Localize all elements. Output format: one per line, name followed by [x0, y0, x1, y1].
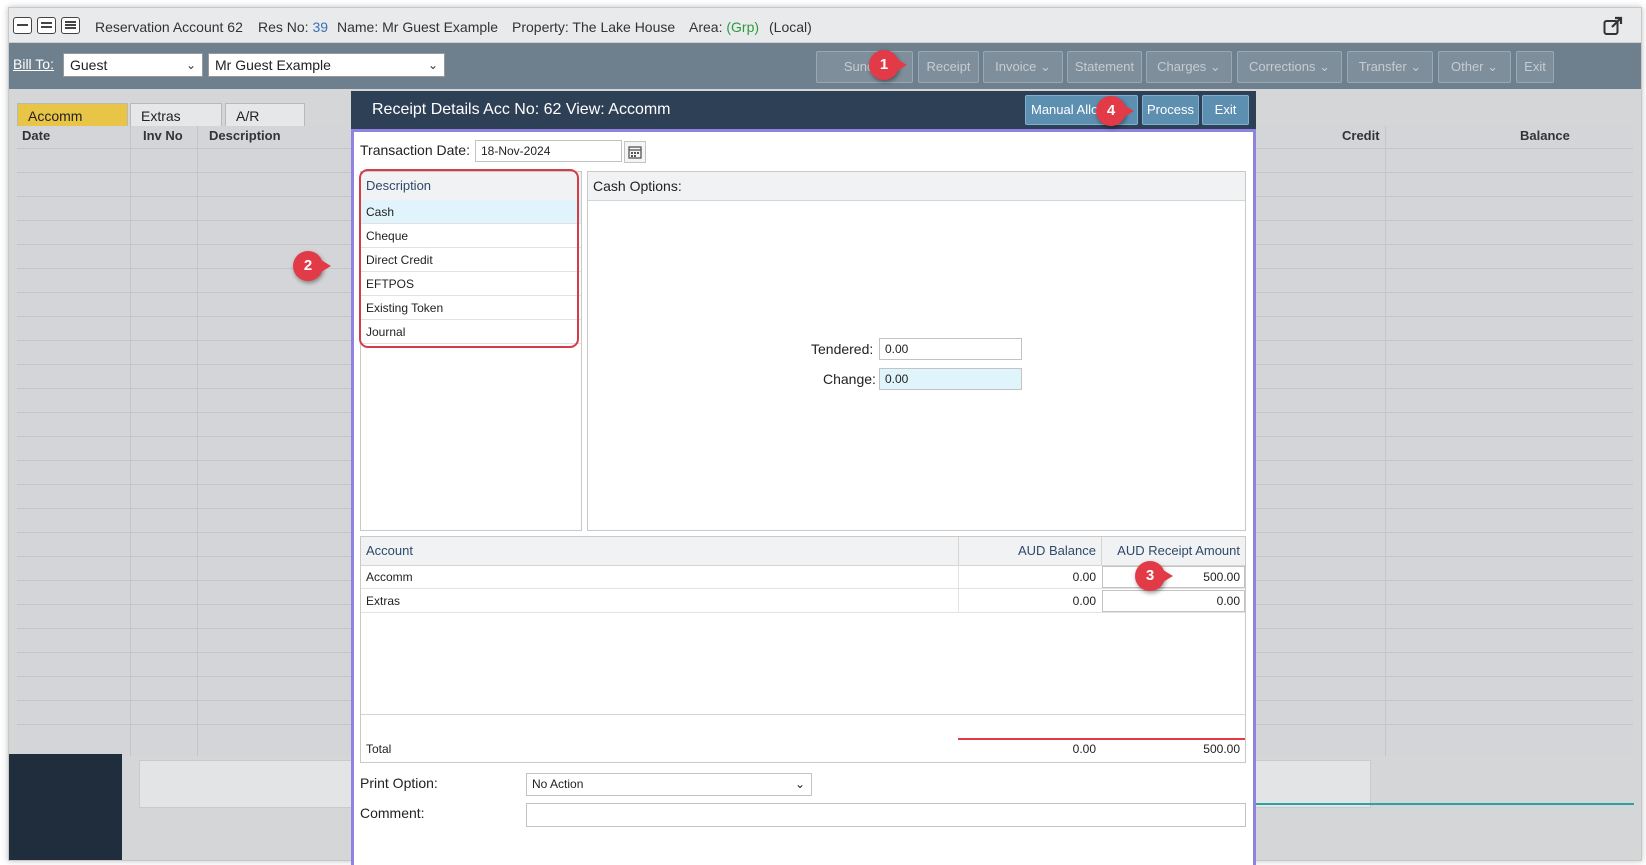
- expand-view-icon[interactable]: [61, 17, 80, 34]
- receipt-amount-input[interactable]: 500.00: [1102, 566, 1245, 588]
- print-option-label: Print Option:: [360, 775, 438, 791]
- column-header-balance: Balance: [1520, 128, 1570, 143]
- total-underline: [958, 738, 1245, 740]
- account-table-header: Account AUD Balance AUD Receipt Amount: [361, 537, 1245, 566]
- callout-badge-3: 3: [1135, 561, 1173, 591]
- statement-button[interactable]: Statement: [1067, 51, 1142, 83]
- bill-to-type-select[interactable]: Guest ⌄: [63, 53, 203, 77]
- guest-name: Name: Mr Guest Example: [337, 19, 499, 35]
- total-receipt-amount: 500.00: [1203, 742, 1240, 756]
- total-label: Total: [366, 742, 392, 756]
- tab-accomm[interactable]: Accomm $0.00: [17, 103, 128, 148]
- bill-to-name-select[interactable]: Mr Guest Example ⌄: [208, 53, 445, 77]
- change-input: 0.00: [879, 368, 1022, 390]
- tendered-input[interactable]: 0.00: [879, 338, 1022, 360]
- cash-options-header: Cash Options:: [588, 172, 1245, 201]
- area-label: Area: (Grp): [689, 19, 760, 35]
- total-balance: 0.00: [1072, 742, 1096, 756]
- corrections-button[interactable]: Corrections ⌄: [1237, 51, 1342, 83]
- tendered-label: Tendered:: [811, 341, 874, 357]
- toolbar-exit-button[interactable]: Exit: [1516, 51, 1554, 83]
- property-name: Property: The Lake House: [512, 19, 676, 35]
- callout-badge-4: 4: [1096, 96, 1134, 126]
- comment-label: Comment:: [360, 805, 425, 821]
- account-balance: 0.00: [958, 589, 1101, 613]
- account-name: Extras: [366, 594, 401, 608]
- column-header-aud-balance: AUD Balance: [958, 537, 1101, 565]
- other-button[interactable]: Other ⌄: [1438, 51, 1511, 83]
- bill-to-type-value: Guest: [70, 57, 108, 73]
- local-label: (Local): [769, 19, 812, 35]
- account-title: Reservation Account 62: [95, 19, 243, 35]
- change-label: Change:: [823, 371, 876, 387]
- receipt-amount-input[interactable]: 0.00: [1102, 590, 1245, 612]
- transaction-date-input[interactable]: 18-Nov-2024: [475, 140, 622, 162]
- external-link-icon[interactable]: [1603, 16, 1623, 36]
- transaction-date-label: Transaction Date:: [360, 142, 470, 158]
- dialog-body: Transaction Date: 18-Nov-2024 Descriptio…: [351, 129, 1256, 865]
- callout-badge-2: 2: [293, 251, 331, 281]
- chevron-down-icon: ⌄: [794, 777, 805, 791]
- progress-line: [1249, 803, 1634, 805]
- footer-dark-panel: [9, 754, 122, 860]
- charges-button[interactable]: Charges ⌄: [1146, 51, 1232, 83]
- bill-to-name-value: Mr Guest Example: [215, 57, 331, 73]
- action-toolbar: Bill To: Guest ⌄ Mr Guest Example ⌄ Sund…: [9, 43, 1641, 89]
- dialog-exit-button[interactable]: Exit: [1202, 95, 1249, 125]
- cash-options-panel: Cash Options: Tendered: 0.00 Change: 0.0…: [587, 171, 1246, 531]
- table-row: Accomm 0.00 500.00: [361, 565, 1245, 589]
- column-header-credit: Credit: [1342, 128, 1380, 143]
- bill-to-link[interactable]: Bill To:: [13, 56, 54, 72]
- reservation-header: Reservation Account 62 Res No: 39 Name: …: [9, 8, 1641, 43]
- process-button[interactable]: Process: [1142, 95, 1199, 125]
- res-no-label: Res No: 39: [258, 19, 329, 35]
- column-header-aud-receipt-amount: AUD Receipt Amount: [1101, 537, 1245, 565]
- invoice-button[interactable]: Invoice ⌄: [983, 51, 1063, 83]
- column-header-account: Account: [366, 543, 413, 558]
- chevron-down-icon: ⌄: [427, 58, 438, 72]
- collapse-view-icon[interactable]: [13, 17, 32, 34]
- calendar-icon[interactable]: [624, 141, 646, 163]
- tab-extras[interactable]: Extras $0.00: [130, 103, 222, 148]
- print-option-value: No Action: [532, 777, 584, 791]
- chevron-down-icon: ⌄: [185, 58, 196, 72]
- column-header-description: Description: [209, 128, 281, 143]
- tab-ar[interactable]: A/R $0.00: [225, 103, 305, 148]
- comment-input[interactable]: [526, 803, 1246, 827]
- area-value: (Grp): [726, 19, 760, 35]
- table-row: Extras 0.00 0.00: [361, 589, 1245, 613]
- account-name: Accomm: [366, 570, 413, 584]
- receipt-details-dialog: Receipt Details Acc No: 62 View: Accomm …: [351, 91, 1256, 865]
- transfer-button[interactable]: Transfer ⌄: [1347, 51, 1433, 83]
- dialog-title: Receipt Details Acc No: 62 View: Accomm: [372, 101, 671, 118]
- column-header-inv-no: Inv No: [143, 128, 183, 143]
- callout-badge-1: 1: [869, 50, 907, 80]
- print-option-select[interactable]: No Action ⌄: [526, 773, 812, 796]
- res-no-value: 39: [312, 19, 329, 35]
- account-balance: 0.00: [958, 565, 1101, 589]
- receipt-button[interactable]: Receipt: [918, 51, 979, 83]
- column-header-date: Date: [22, 128, 51, 143]
- medium-view-icon[interactable]: [37, 17, 56, 34]
- highlight-box: [359, 169, 579, 348]
- account-allocation-table: Account AUD Balance AUD Receipt Amount A…: [360, 536, 1246, 763]
